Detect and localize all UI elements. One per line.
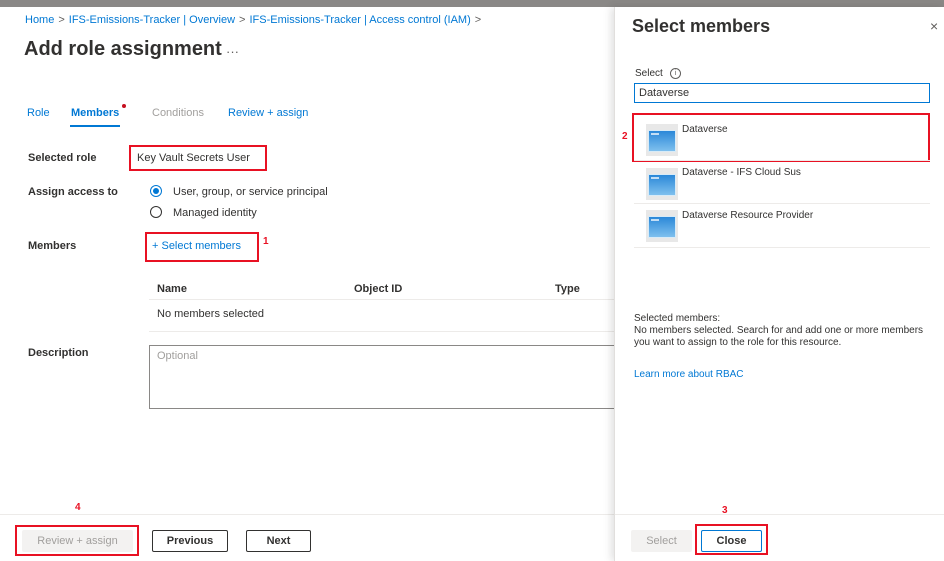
result-name: Dataverse xyxy=(682,124,728,135)
breadcrumb-home[interactable]: Home xyxy=(25,14,54,26)
tab-role[interactable]: Role xyxy=(27,107,50,119)
breadcrumb-separator: > xyxy=(58,14,65,26)
result-name: Dataverse Resource Provider xyxy=(682,210,814,221)
breadcrumb-separator: > xyxy=(474,14,482,26)
tab-members-underline xyxy=(70,125,120,127)
selected-members-text: No members selected. Search for and add … xyxy=(634,325,924,348)
selected-members-info: Selected members: No members selected. S… xyxy=(634,313,924,349)
app-icon xyxy=(648,216,676,238)
result-name: Dataverse - IFS Cloud Sus xyxy=(682,167,801,178)
radio-managed-identity[interactable] xyxy=(150,206,162,218)
description-field[interactable] xyxy=(149,345,619,409)
tab-review-assign[interactable]: Review + assign xyxy=(228,107,308,119)
app-icon xyxy=(648,130,676,152)
select-members-link[interactable]: + Select members xyxy=(152,240,241,252)
top-divider xyxy=(0,0,944,7)
annotation-number-2: 2 xyxy=(622,131,628,142)
annotation-number-4: 4 xyxy=(75,502,81,513)
breadcrumb-iam[interactable]: IFS-Emissions-Tracker | Access control (… xyxy=(249,14,470,26)
annotation-number-1: 1 xyxy=(263,236,269,247)
breadcrumb-overview[interactable]: IFS-Emissions-Tracker | Overview xyxy=(69,14,235,26)
column-header-name: Name xyxy=(157,283,187,295)
info-icon: i xyxy=(670,68,681,79)
member-search-input[interactable]: Dataverse xyxy=(634,83,930,103)
members-label: Members xyxy=(28,240,77,252)
tab-conditions[interactable]: Conditions xyxy=(152,107,204,119)
more-options-icon[interactable]: ··· xyxy=(226,44,239,59)
breadcrumb-separator: > xyxy=(239,14,246,26)
result-item-dataverse[interactable] xyxy=(634,114,928,160)
radio-user-group-label[interactable]: User, group, or service principal xyxy=(173,186,328,198)
rbac-learn-more-link[interactable]: Learn more about RBAC xyxy=(634,369,744,380)
selected-role-value: Key Vault Secrets User xyxy=(137,152,250,164)
previous-button[interactable]: Previous xyxy=(152,530,228,552)
close-icon[interactable]: × xyxy=(930,18,938,34)
select-label: Select xyxy=(635,68,663,79)
app-icon xyxy=(648,174,676,196)
column-header-object-id: Object ID xyxy=(354,283,403,295)
required-dot-icon xyxy=(122,104,126,108)
empty-members-text: No members selected xyxy=(157,308,264,320)
assign-access-label: Assign access to xyxy=(28,186,118,198)
table-row-divider xyxy=(149,331,614,332)
radio-user-group[interactable] xyxy=(150,185,162,197)
description-placeholder: Optional xyxy=(157,350,198,362)
panel-title: Select members xyxy=(632,16,771,36)
tab-members[interactable]: Members xyxy=(71,107,119,119)
result-divider xyxy=(634,247,930,248)
radio-managed-identity-label[interactable]: Managed identity xyxy=(173,207,257,219)
footer-divider xyxy=(0,514,614,515)
select-button[interactable]: Select xyxy=(631,530,692,552)
panel-footer-divider xyxy=(615,514,944,515)
annotation-number-3: 3 xyxy=(722,505,728,516)
table-header-divider xyxy=(149,299,614,300)
description-label: Description xyxy=(28,347,89,359)
review-assign-button[interactable]: Review + assign xyxy=(22,530,133,552)
column-header-type: Type xyxy=(555,283,580,295)
breadcrumb: Home > IFS-Emissions-Tracker | Overview > IF… xyxy=(25,14,485,26)
next-button[interactable]: Next xyxy=(246,530,311,552)
selected-members-title: Selected members: xyxy=(634,313,721,324)
close-button[interactable]: Close xyxy=(701,530,762,552)
selected-role-label: Selected role xyxy=(28,152,97,164)
page-title: Add role assignment xyxy=(24,38,222,60)
